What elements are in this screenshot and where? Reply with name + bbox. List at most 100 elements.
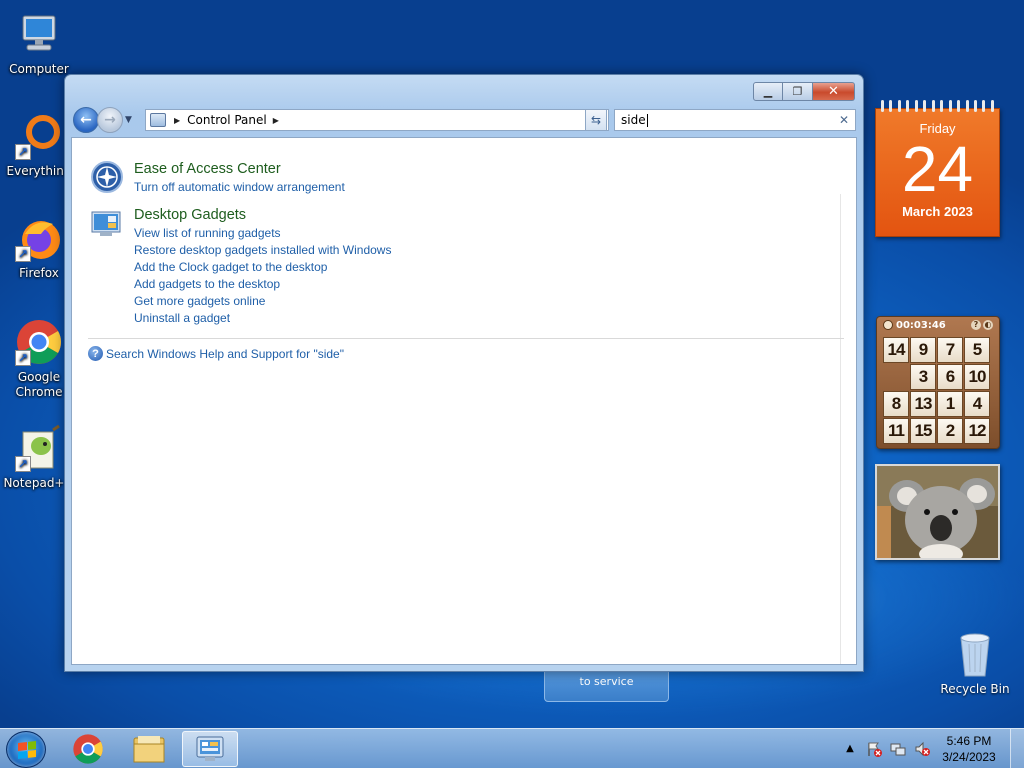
result-title[interactable]: Desktop Gadgets bbox=[134, 206, 391, 225]
forward-arrow-icon: → bbox=[104, 112, 116, 128]
clear-search-icon[interactable]: ✕ bbox=[839, 113, 849, 127]
chevron-down-icon: ▼ bbox=[125, 115, 132, 125]
puzzle-tile[interactable]: 3 bbox=[910, 364, 936, 390]
results-divider bbox=[88, 338, 844, 339]
taskbar: ▲ 5:46 PM 3/24/2023 bbox=[0, 728, 1024, 768]
taskbar-explorer-button[interactable] bbox=[121, 731, 177, 767]
caption-buttons: ▁ ❐ ✕ bbox=[753, 82, 855, 101]
minimize-button[interactable]: ▁ bbox=[753, 82, 783, 101]
control-panel-icon bbox=[150, 113, 166, 127]
puzzle-header: 00:03:46 ? ◐ bbox=[877, 317, 999, 333]
puzzle-tile[interactable]: 14 bbox=[883, 337, 909, 363]
picture-puzzle-gadget[interactable]: 00:03:46 ? ◐ 14 9 7 5 3 6 10 8 13 1 4 11… bbox=[876, 316, 1000, 449]
result-link[interactable]: View list of running gadgets bbox=[134, 225, 391, 242]
result-link[interactable]: Add gadgets to the desktop bbox=[134, 276, 391, 293]
restore-icon: ❐ bbox=[792, 85, 803, 98]
result-title[interactable]: Ease of Access Center bbox=[134, 160, 345, 179]
ease-of-access-icon bbox=[90, 160, 124, 194]
desktop-icon-computer[interactable]: Computer bbox=[1, 10, 77, 77]
show-desktop-button[interactable] bbox=[1010, 729, 1024, 768]
breadcrumb-control-panel[interactable]: Control Panel bbox=[187, 113, 267, 127]
puzzle-hint-icon[interactable]: ◐ bbox=[983, 320, 993, 330]
computer-icon bbox=[15, 10, 63, 58]
tile-text: to service bbox=[579, 675, 634, 688]
text-caret bbox=[646, 113, 648, 127]
folder-icon bbox=[133, 736, 165, 763]
minimize-icon: ▁ bbox=[763, 85, 773, 98]
calendar-page: Friday 24 March 2023 bbox=[875, 108, 1000, 237]
recent-pages-button[interactable]: ▼ bbox=[125, 115, 137, 125]
start-button[interactable] bbox=[6, 731, 46, 768]
search-value: side bbox=[621, 113, 646, 127]
puzzle-timer: 00:03:46 bbox=[896, 319, 946, 331]
refresh-icon: ⇆ bbox=[590, 113, 602, 127]
windows-logo-icon bbox=[18, 741, 36, 759]
result-ease-of-access: Ease of Access Center Turn off automatic… bbox=[90, 160, 345, 196]
network-icon[interactable] bbox=[890, 741, 906, 757]
close-button[interactable]: ✕ bbox=[813, 82, 855, 101]
forward-button[interactable]: → bbox=[97, 107, 123, 133]
control-panel-icon bbox=[196, 736, 224, 761]
shortcut-arrow-icon: ↗ bbox=[15, 350, 31, 366]
shortcut-arrow-icon: ↗ bbox=[15, 144, 31, 160]
result-desktop-gadgets: Desktop Gadgets View list of running gad… bbox=[90, 206, 391, 327]
result-link[interactable]: Turn off automatic window arrangement bbox=[134, 179, 345, 196]
help-search-link[interactable]: ? Search Windows Help and Support for "s… bbox=[88, 346, 344, 361]
taskbar-control-panel-button[interactable] bbox=[182, 731, 238, 767]
puzzle-tile[interactable]: 4 bbox=[964, 391, 990, 417]
scrollbar-track[interactable] bbox=[840, 194, 856, 664]
calendar-month-year: March 2023 bbox=[902, 204, 973, 219]
puzzle-tile[interactable]: 15 bbox=[910, 418, 936, 444]
back-button[interactable]: ← bbox=[73, 107, 99, 133]
chrome-icon bbox=[73, 734, 103, 764]
search-input[interactable]: side ✕ bbox=[614, 109, 856, 131]
puzzle-tile[interactable]: 11 bbox=[883, 418, 909, 444]
puzzle-tile[interactable]: 13 bbox=[910, 391, 936, 417]
puzzle-tile[interactable]: 9 bbox=[910, 337, 936, 363]
puzzle-tile[interactable]: 7 bbox=[937, 337, 963, 363]
refresh-button[interactable]: ⇆ bbox=[585, 109, 607, 131]
puzzle-tile[interactable]: 2 bbox=[937, 418, 963, 444]
desktop-gadgets-icon bbox=[90, 206, 124, 240]
maximize-button[interactable]: ❐ bbox=[783, 82, 813, 101]
close-icon: ✕ bbox=[828, 84, 839, 99]
recycle-bin-label: Recycle Bin bbox=[940, 682, 1010, 696]
action-center-flag-icon[interactable] bbox=[866, 741, 882, 757]
taskbar-chrome-button[interactable] bbox=[60, 731, 116, 767]
puzzle-tile[interactable]: 1 bbox=[937, 391, 963, 417]
control-panel-window: ▁ ❐ ✕ ← → ▼ ▶ Control Panel ▶ ▼ ⇆ side ✕ bbox=[64, 74, 864, 672]
volume-muted-icon[interactable] bbox=[914, 741, 930, 757]
recycle-bin-icon bbox=[955, 630, 995, 678]
search-results-pane: Ease of Access Center Turn off automatic… bbox=[71, 137, 857, 665]
back-arrow-icon: ← bbox=[80, 112, 92, 128]
puzzle-tile[interactable]: 12 bbox=[964, 418, 990, 444]
breadcrumb-separator-icon[interactable]: ▶ bbox=[174, 116, 180, 125]
puzzle-tile[interactable]: 10 bbox=[964, 364, 990, 390]
result-link[interactable]: Restore desktop gadgets installed with W… bbox=[134, 242, 391, 259]
system-tray: ▲ 5:46 PM 3/24/2023 bbox=[838, 729, 1024, 768]
clock-date: 3/24/2023 bbox=[942, 750, 996, 764]
taskbar-clock[interactable]: 5:46 PM 3/24/2023 bbox=[934, 733, 1004, 765]
puzzle-empty-slot bbox=[883, 364, 909, 390]
notepadpp-icon: ↗ bbox=[15, 424, 63, 472]
puzzle-tile[interactable]: 6 bbox=[937, 364, 963, 390]
puzzle-grid: 14 9 7 5 3 6 10 8 13 1 4 11 15 2 12 bbox=[883, 337, 990, 444]
calendar-gadget[interactable]: Friday 24 March 2023 bbox=[875, 100, 1000, 237]
result-link[interactable]: Uninstall a gadget bbox=[134, 310, 391, 327]
firefox-icon: ↗ bbox=[15, 214, 63, 262]
result-link[interactable]: Get more gadgets online bbox=[134, 293, 391, 310]
clock-time: 5:46 PM bbox=[946, 734, 992, 748]
breadcrumb-separator-icon[interactable]: ▶ bbox=[273, 116, 279, 125]
slideshow-gadget[interactable] bbox=[875, 464, 1000, 560]
puzzle-help-icon[interactable]: ? bbox=[971, 320, 981, 330]
help-icon: ? bbox=[88, 346, 103, 361]
desktop-icon-recycle-bin[interactable]: Recycle Bin bbox=[940, 630, 1010, 696]
show-hidden-icons-icon[interactable]: ▲ bbox=[842, 741, 858, 757]
puzzle-tile[interactable]: 8 bbox=[883, 391, 909, 417]
address-bar[interactable]: ▶ Control Panel ▶ ▼ bbox=[145, 109, 609, 131]
puzzle-tile[interactable]: 5 bbox=[964, 337, 990, 363]
chrome-icon: ↗ bbox=[15, 318, 63, 366]
help-search-label: Search Windows Help and Support for "sid… bbox=[106, 346, 344, 361]
result-link[interactable]: Add the Clock gadget to the desktop bbox=[134, 259, 391, 276]
everything-icon: ↗ bbox=[15, 112, 63, 160]
